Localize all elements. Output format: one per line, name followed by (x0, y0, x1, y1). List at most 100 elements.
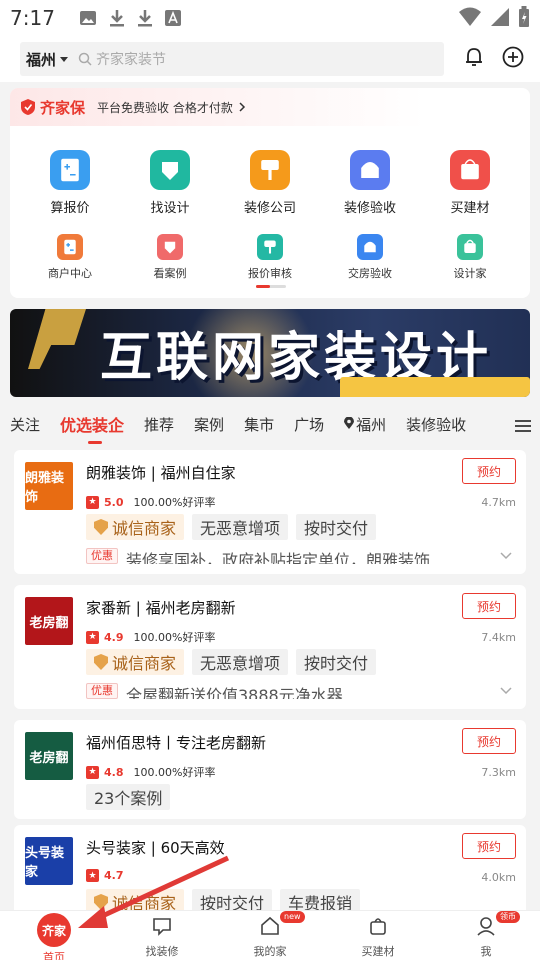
designer-icon (457, 234, 483, 260)
chevron-down-icon[interactable] (500, 552, 512, 560)
menu-item-label: 算报价 (50, 201, 90, 216)
nav-label: 买建材 (361, 945, 395, 958)
menu-item-label: 交房验收 (348, 267, 392, 280)
status-time: 7:17 (10, 6, 55, 30)
star-icon: ★ (86, 869, 99, 882)
chat-icon (151, 915, 173, 941)
store-name: 头号装家 | 60天高效 (86, 839, 225, 857)
nav-house[interactable]: 我的家 new (220, 911, 320, 959)
shield-icon (94, 894, 108, 910)
store-card[interactable]: 朗雅装饰 朗雅装饰 | 福州自住家 预约 ★ 5.0 100.00%好评率 4.7k… (14, 450, 526, 574)
nav-label: 我 (480, 945, 492, 958)
guarantee-banner[interactable]: 齐家保 平台免费验收 合格才付款 (10, 88, 530, 126)
battery-icon (519, 6, 529, 27)
bottom-nav: 齐家 首页 找装修 我的家 new 买建材我领币 (0, 910, 540, 960)
tab-item[interactable]: 优选装企 (60, 412, 124, 444)
store-icon (57, 234, 83, 260)
menu-item-store[interactable]: 商户中心 (25, 234, 115, 281)
menu-item-designer[interactable]: 设计家 (425, 234, 515, 281)
design-icon (150, 150, 190, 190)
tab-item[interactable]: 福州 (344, 414, 386, 435)
nav-chat[interactable]: 找装修 (112, 911, 212, 959)
store-tag: 按时交付 (296, 649, 377, 675)
guarantee-note: 平台免费验收 合格才付款 (97, 100, 233, 115)
store-thumbnail: 头号装家 (25, 837, 73, 885)
tab-item[interactable]: 推荐 (144, 414, 174, 435)
tab-item[interactable]: 关注 (10, 414, 40, 435)
menu-item-calculator[interactable]: 算报价 (25, 150, 115, 216)
store-thumbnail: 老房翻 (25, 597, 73, 645)
store-card[interactable]: 老房翻 福州佰思特丨专注老房翻新 预约 ★ 4.8 100.00%好评率 7.3km… (14, 720, 526, 819)
tab-item[interactable]: 案例 (194, 414, 224, 435)
menu-item-company[interactable]: 装修公司 (225, 150, 315, 216)
search-input[interactable]: 齐家家装节 (96, 49, 166, 69)
profile-icon (475, 915, 497, 941)
company-icon (250, 150, 290, 190)
promo-row: 优惠 全屋翻新送价值3888元净水器 (86, 683, 486, 699)
chevron-down-icon[interactable] (500, 687, 512, 695)
search-box[interactable]: 福州 齐家家装节 (20, 42, 444, 76)
store-tags: 诚信商家 无恶意增项 按时交付 (86, 649, 377, 675)
top-bar: 福州 齐家家装节 (0, 36, 540, 82)
certified-badge: 诚信商家 (86, 514, 185, 540)
image-icon (79, 11, 96, 25)
menu-item-design[interactable]: 找设计 (125, 150, 215, 216)
menu-item-shopping-bag[interactable]: 买建材 (425, 150, 515, 216)
ad-banner[interactable]: 互联网家装设计 (10, 309, 530, 397)
store-rating: ★ 5.0 100.00%好评率 (86, 494, 215, 510)
star-icon: ★ (86, 630, 99, 644)
signal-icon (491, 8, 509, 26)
menu-item-label: 买建材 (450, 201, 490, 216)
home-icon: 齐家 (37, 913, 71, 947)
menu-item-case[interactable]: 看案例 (125, 234, 215, 281)
tab-item[interactable]: 集市 (244, 414, 274, 435)
certified-badge: 诚信商家 (86, 649, 185, 675)
store-name: 朗雅装饰 | 福州自住家 (86, 464, 236, 482)
menu-item-label: 商户中心 (48, 267, 92, 280)
book-button[interactable]: 预约 (462, 593, 516, 619)
nav-home[interactable]: 齐家 首页 (4, 911, 104, 960)
store-rating: ★ 4.8 100.00%好评率 (86, 764, 215, 780)
menu-item-quote-review[interactable]: 报价审核 (225, 234, 315, 281)
nav-label: 找装修 (145, 945, 179, 958)
nav-bag[interactable]: 买建材 (328, 911, 428, 959)
book-button[interactable]: 预约 (462, 728, 516, 754)
calculator-icon (50, 150, 90, 190)
bag-icon (367, 915, 389, 941)
menu-item-house-check[interactable]: 交房验收 (325, 234, 415, 281)
nav-label: 我的家 (253, 945, 287, 958)
store-tag: 23个案例 (86, 784, 171, 810)
star-icon: ★ (86, 765, 99, 779)
promo-row: 优惠 装修享国补，政府补贴指定单位，朗雅装饰 (86, 548, 486, 564)
case-icon (157, 234, 183, 260)
menu-item-label: 装修验收 (343, 201, 396, 216)
store-card[interactable]: 老房翻 家番新 | 福州老房翻新 预约 ★ 4.9 100.00%好评率 7.4km… (14, 585, 526, 709)
status-bar: 7:17 (0, 0, 540, 36)
chevron-down-icon[interactable] (60, 56, 69, 62)
tab-item[interactable]: 广场 (294, 414, 324, 435)
add-circle-icon[interactable] (502, 46, 524, 68)
store-thumbnail: 朗雅装饰 (25, 462, 73, 510)
search-icon (78, 52, 92, 66)
shopping-bag-icon (450, 150, 490, 190)
menu-icon[interactable] (508, 418, 532, 437)
nav-badge: 领币 (496, 911, 520, 923)
menu-item-inspection[interactable]: 装修验收 (325, 150, 415, 216)
nav-profile[interactable]: 我 领币 (436, 911, 536, 959)
promo-text: 全屋翻新送价值3888元净水器 (126, 686, 343, 699)
book-button[interactable]: 预约 (462, 458, 516, 484)
store-name: 家番新 | 福州老房翻新 (86, 599, 236, 617)
wifi-icon (459, 7, 481, 26)
bell-icon[interactable] (464, 46, 484, 68)
menu-item-label: 设计家 (453, 267, 487, 280)
book-button[interactable]: 预约 (462, 833, 516, 859)
shield-icon (21, 99, 35, 115)
store-name: 福州佰思特丨专注老房翻新 (86, 734, 267, 752)
banner-graphic (28, 309, 86, 369)
tab-item[interactable]: 装修验收 (406, 414, 466, 435)
store-rating: ★ 4.7 (86, 869, 134, 882)
city-selector[interactable]: 福州 (26, 49, 56, 70)
nav-label: 首页 (43, 951, 65, 960)
banner-graphic (340, 377, 530, 397)
quick-menu-card: 齐家保 平台免费验收 合格才付款 算报价 找设计 装修公司 装修验收 买建材 商户中心 看… (10, 88, 530, 298)
